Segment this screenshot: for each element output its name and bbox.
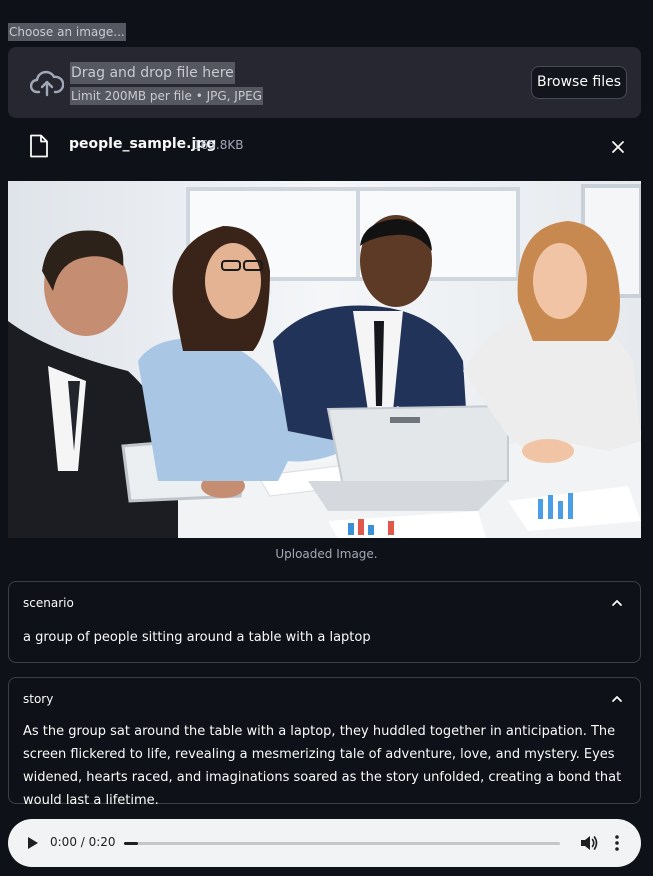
scenario-expander[interactable]: scenario a group of people sitting aroun… <box>8 581 641 663</box>
file-icon <box>30 134 48 158</box>
audio-seek-progress <box>124 842 138 845</box>
file-dropzone[interactable]: Drag and drop file here Limit 200MB per … <box>8 47 641 118</box>
audio-seek-bar[interactable] <box>124 842 560 845</box>
audio-time: 0:00 / 0:20 <box>50 835 116 849</box>
image-caption: Uploaded Image. <box>275 547 378 561</box>
file-uploader-label: Choose an image... <box>8 23 126 41</box>
uploaded-file-size: 165.8KB <box>193 138 244 152</box>
uploaded-image <box>8 181 641 538</box>
uploaded-file-row: people_sample.jpg 165.8KB <box>8 124 641 168</box>
audio-player: 0:00 / 0:20 <box>8 819 641 867</box>
story-text: As the group sat around the table with a… <box>23 724 622 808</box>
volume-icon[interactable] <box>580 835 598 851</box>
expander-title: story <box>23 692 54 706</box>
scenario-text: a group of people sitting around a table… <box>23 630 371 645</box>
browse-files-button[interactable]: Browse files <box>531 66 627 99</box>
chevron-up-icon[interactable] <box>610 596 624 610</box>
dropzone-limit-hint: Limit 200MB per file • JPG, JPEG <box>70 87 263 105</box>
close-icon[interactable] <box>608 137 628 157</box>
story-expander[interactable]: story As the group sat around the table … <box>8 677 641 808</box>
play-icon[interactable] <box>26 836 40 850</box>
more-options-icon[interactable] <box>609 834 625 852</box>
dropzone-title: Drag and drop file here <box>70 62 235 84</box>
cloud-upload-icon <box>30 70 64 97</box>
expander-title: scenario <box>23 596 74 610</box>
chevron-up-icon[interactable] <box>610 692 624 706</box>
